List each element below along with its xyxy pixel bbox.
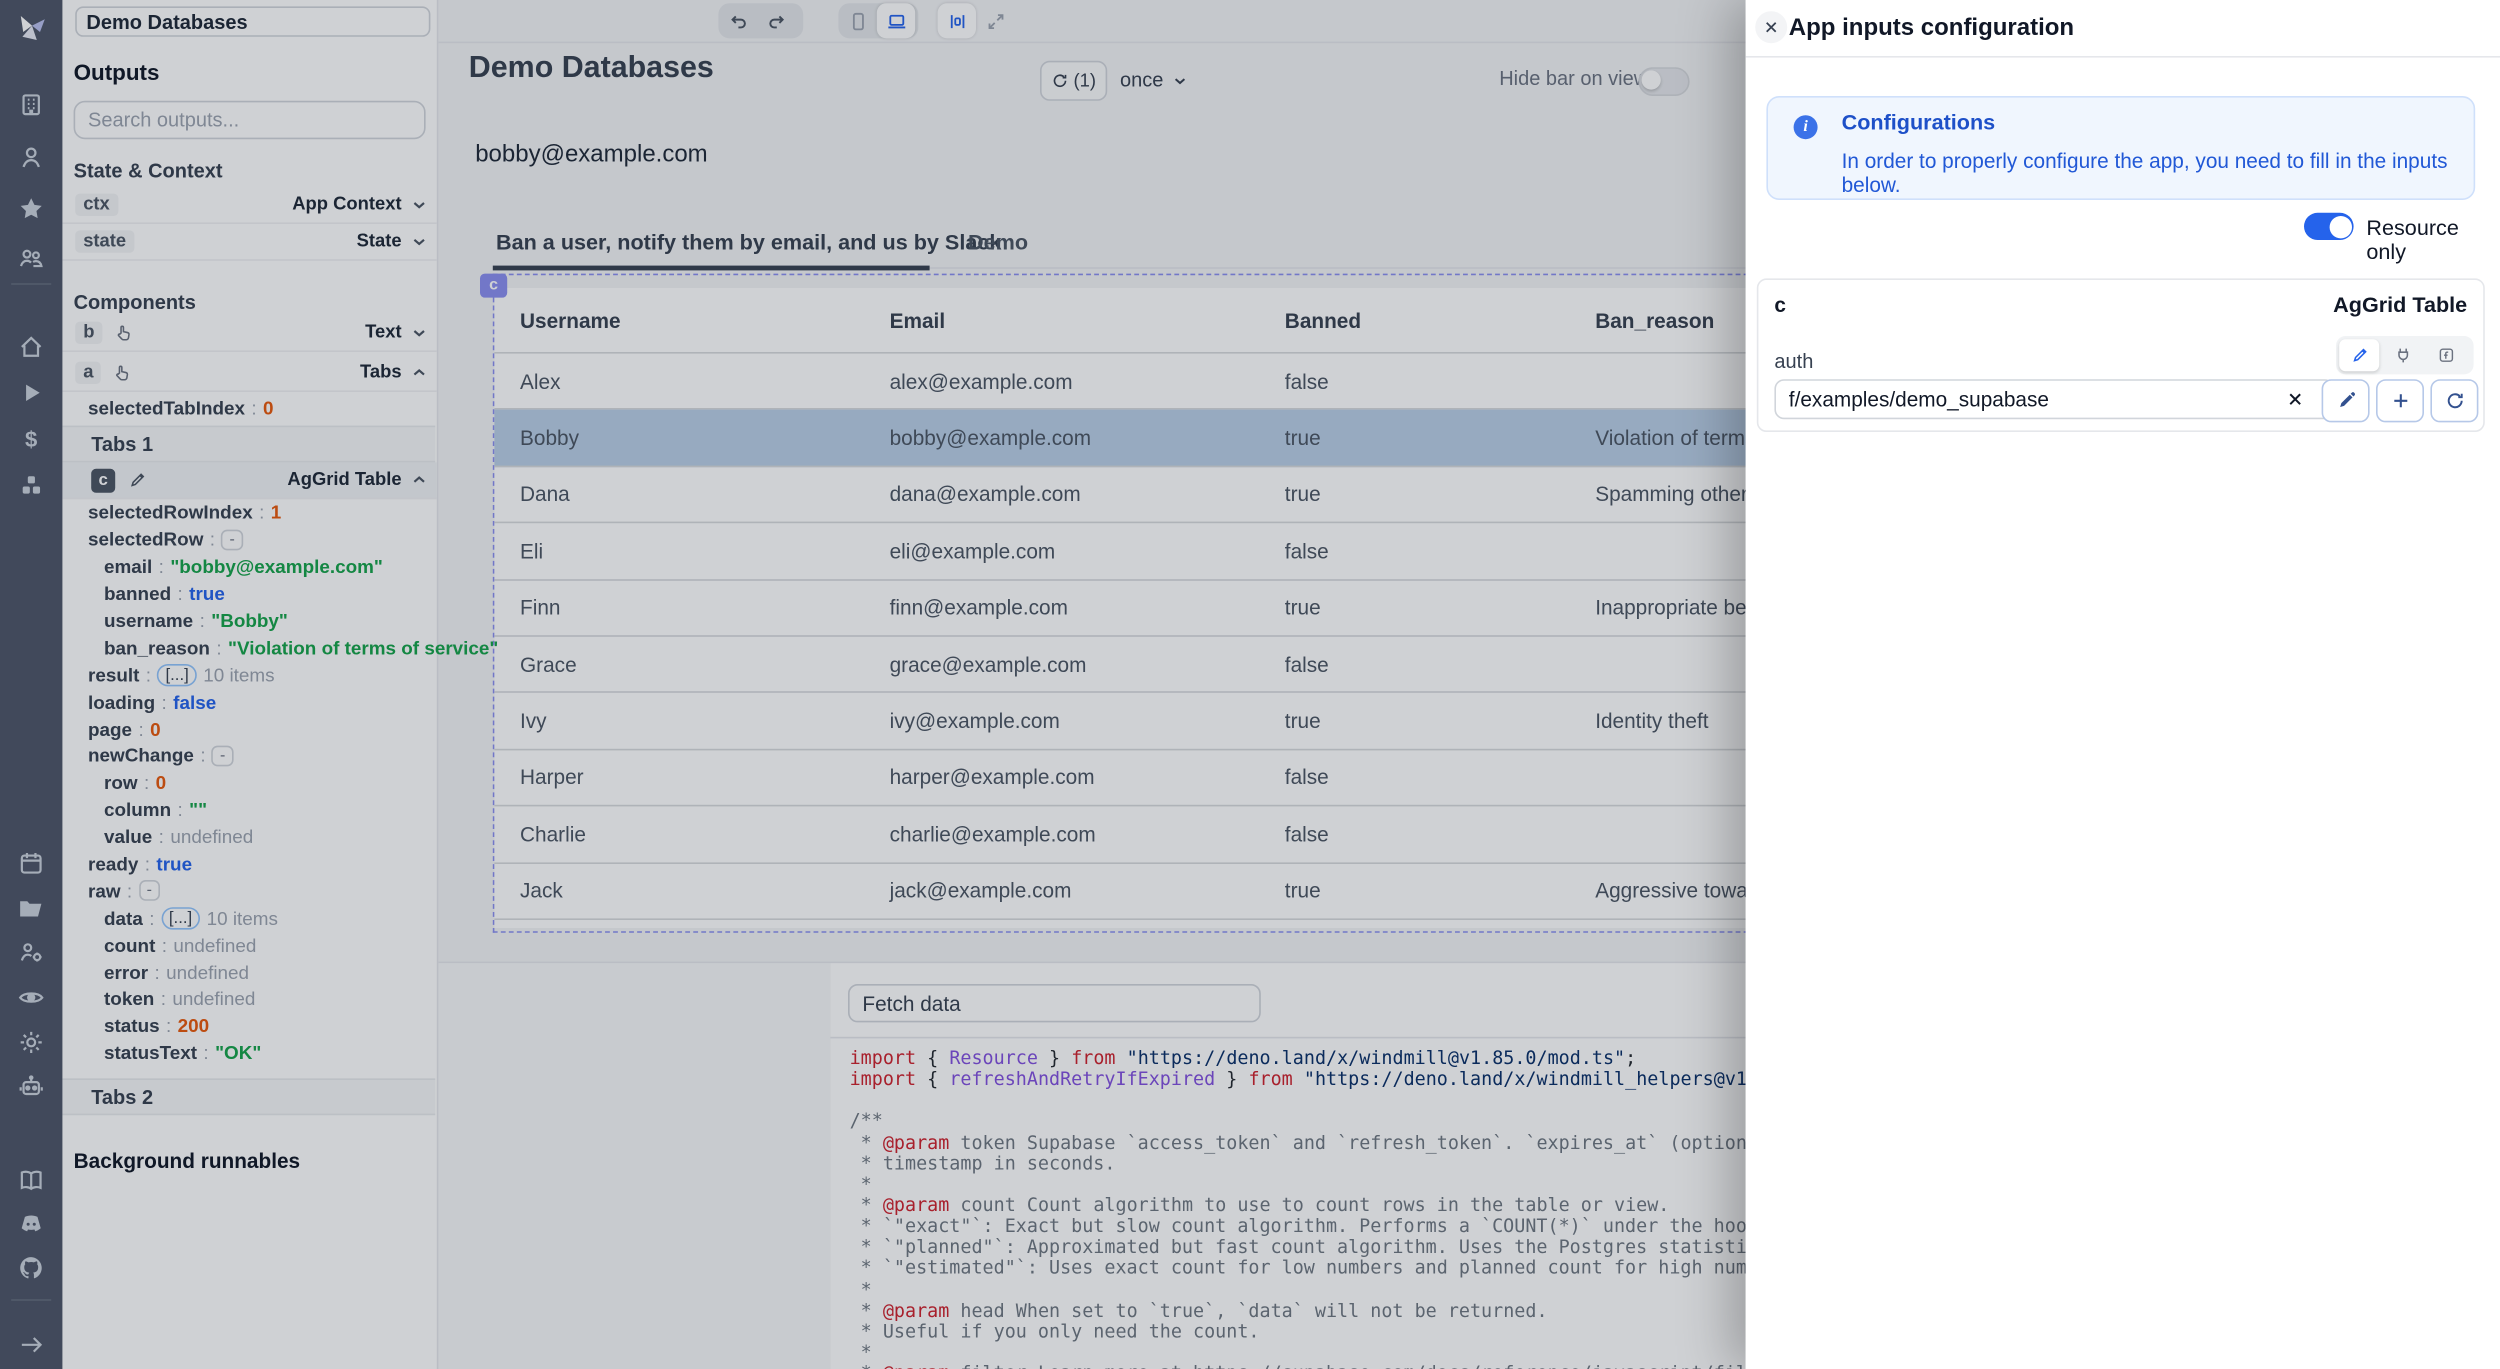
resource-only-toggle[interactable] [2304,213,2354,240]
clear-input-icon[interactable] [2282,386,2308,412]
plus-icon [2390,390,2411,411]
connect-mode-button[interactable] [2382,339,2422,371]
app-inputs-drawer: App inputs configuration i Configuration… [1746,0,2500,1369]
function-icon [2436,346,2455,365]
toggle-knob [2329,215,2351,237]
configurations-info-box: i Configurations In order to properly co… [1766,96,2475,200]
add-resource-button[interactable] [2376,379,2424,422]
resource-only-label: Resource only [2366,216,2500,264]
resource-path-input[interactable] [1774,379,2334,419]
component-id: c [1774,293,1786,317]
plug-icon [2393,346,2412,365]
info-body: In order to properly configure the app, … [1842,149,2474,197]
pencil-icon [2350,346,2369,365]
info-title: Configurations [1842,110,1996,134]
input-mode-group [2336,336,2474,374]
field-label: auth [1774,350,1813,372]
edit-resource-button[interactable] [2322,379,2370,422]
refresh-icon [2444,390,2465,411]
close-drawer-button[interactable] [1755,11,1787,43]
eval-mode-button[interactable] [2426,339,2466,371]
pencil-icon [2335,390,2356,411]
drawer-divider [1746,56,2500,58]
static-mode-button[interactable] [2339,339,2379,371]
close-icon [1763,19,1779,35]
refresh-resource-button[interactable] [2430,379,2478,422]
component-type: AgGrid Table [2333,293,2467,317]
component-input-card: c AgGrid Table auth [1757,278,2485,432]
drawer-backdrop[interactable] [0,0,1746,1369]
app-editor-window: $ Outputs State & Context ctx App Contex… [0,0,2500,1369]
drawer-title: App inputs configuration [1789,14,2074,41]
info-icon: i [1794,115,1818,139]
